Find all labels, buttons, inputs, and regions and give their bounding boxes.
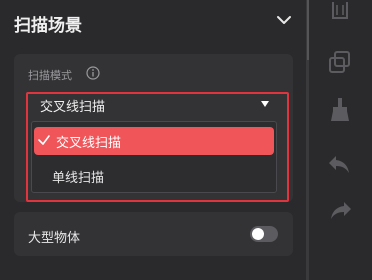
option-label: 交叉线扫描: [56, 136, 122, 151]
scan-mode-current-value: 交叉线扫描: [40, 100, 106, 115]
option-label: 单线扫描: [52, 171, 105, 186]
chevron-down-icon[interactable]: [272, 8, 296, 32]
caret-down-icon: [261, 101, 269, 107]
scan-scene-header[interactable]: 扫描场景: [0, 0, 306, 42]
option-cross-line-scan[interactable]: 交叉线扫描: [34, 127, 274, 155]
section-title: 扫描场景: [14, 16, 82, 36]
checkmark-icon: [38, 135, 50, 145]
duplicate-icon[interactable]: [326, 48, 354, 76]
scrollbar-thumb[interactable]: [307, 0, 309, 60]
undo-icon[interactable]: [326, 150, 354, 178]
right-toolbar: [310, 0, 372, 280]
scan-mode-dropdown: 交叉线扫描 单线扫描: [31, 121, 277, 193]
scan-mode-label: 扫描模式: [28, 69, 72, 82]
broom-icon[interactable]: [326, 96, 354, 124]
trash-icon[interactable]: [326, 0, 354, 28]
large-object-label: 大型物体: [28, 231, 81, 246]
redo-icon[interactable]: [326, 196, 354, 224]
toggle-knob: [252, 228, 264, 240]
option-single-line-scan[interactable]: 单线扫描: [34, 162, 274, 190]
info-icon[interactable]: [86, 66, 100, 80]
scan-settings-panel: 扫描场景 扫描模式 交叉线扫描 交叉线扫描 单线扫描 大型物体: [0, 0, 372, 280]
large-object-toggle[interactable]: [250, 226, 278, 242]
scan-mode-select[interactable]: 交叉线扫描: [28, 94, 278, 116]
